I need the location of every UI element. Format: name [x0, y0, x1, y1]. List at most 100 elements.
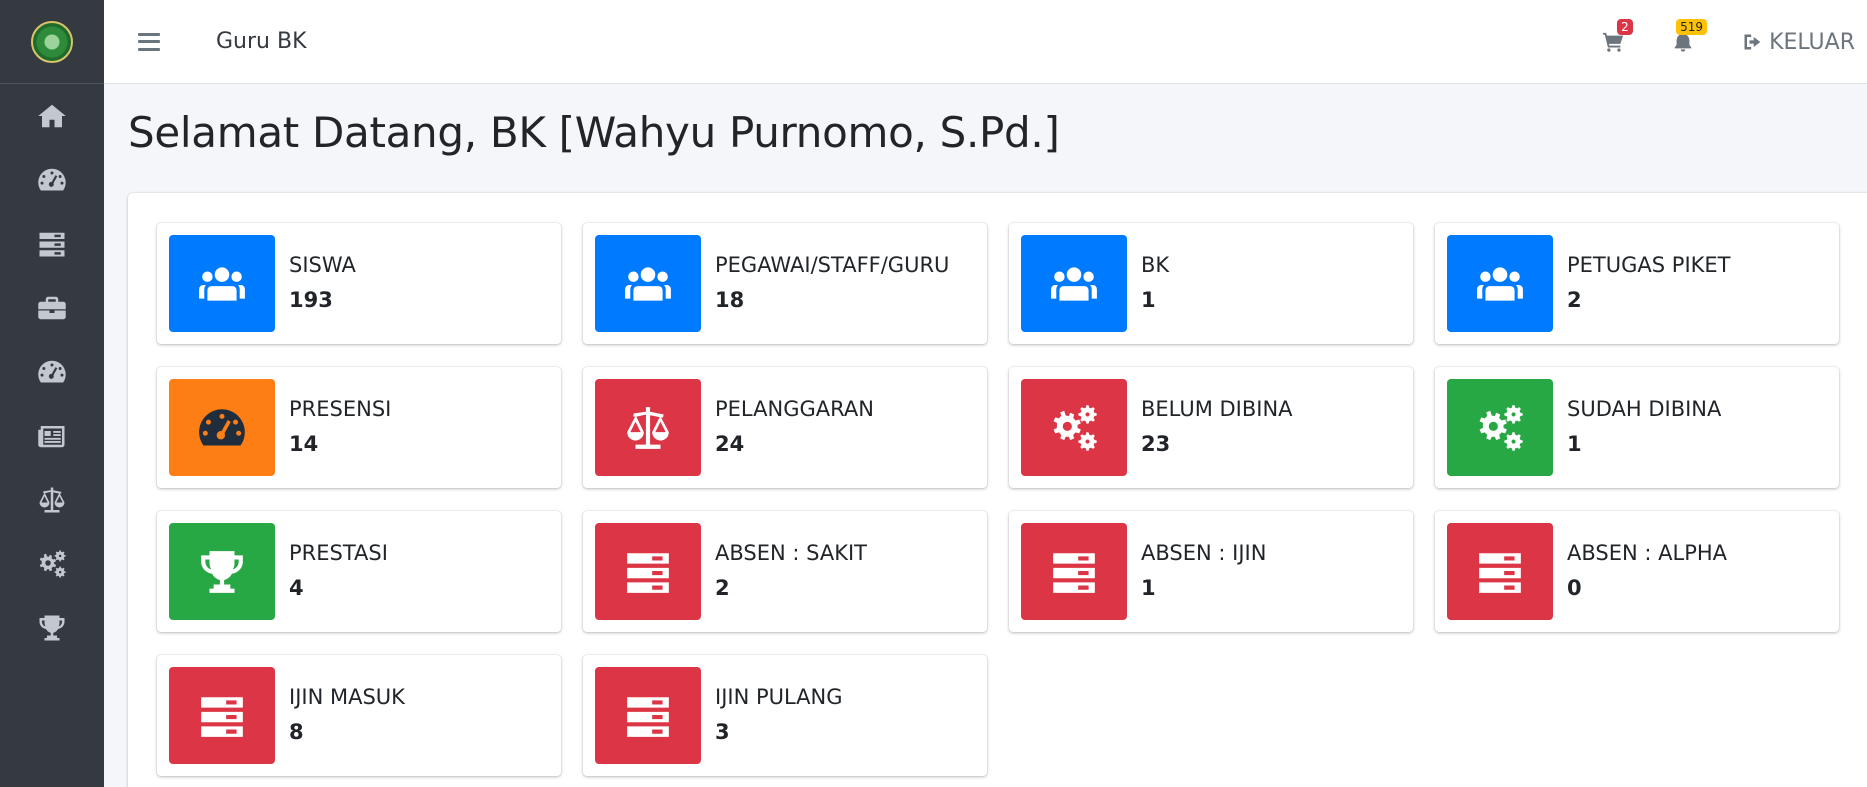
logout-icon	[1741, 32, 1763, 52]
info-box-icon	[169, 379, 275, 476]
info-box-icon	[1447, 523, 1553, 620]
info-box-card[interactable]: BELUM DIBINA 23	[1009, 367, 1413, 488]
sidebar-item-dashboard[interactable]	[0, 148, 104, 212]
logout-button[interactable]: KELUAR	[1741, 30, 1855, 55]
home-icon	[37, 101, 67, 131]
cogs-icon	[1472, 403, 1528, 453]
users-icon	[1472, 259, 1528, 309]
info-box-value: 8	[289, 720, 304, 744]
stats-panel: SISWA 193 PEGAWAI/STAFF/GURU 18 BK 1 PETUGAS P…	[128, 193, 1867, 787]
info-box-label: PRESENSI	[289, 397, 392, 421]
info-box-label: PRESTASI	[289, 541, 388, 565]
info-box-value: 23	[1141, 432, 1171, 456]
info-box-card[interactable]: IJIN MASUK 8	[157, 655, 561, 776]
logout-label: KELUAR	[1769, 29, 1855, 55]
info-box-label: BK	[1141, 253, 1170, 277]
cart-button[interactable]: 2	[1601, 19, 1633, 53]
cogs-icon	[1046, 403, 1102, 453]
info-box-label: IJIN PULANG	[715, 685, 843, 709]
server-icon	[37, 229, 67, 259]
brand[interactable]	[0, 0, 104, 84]
info-box-label: BELUM DIBINA	[1141, 397, 1293, 421]
info-box-value: 4	[289, 576, 304, 600]
info-box-label: IJIN MASUK	[289, 685, 405, 709]
users-icon	[1046, 259, 1102, 309]
top-right-actions: 2 519 KELUAR	[1601, 0, 1855, 84]
briefcase-icon	[37, 293, 67, 323]
info-box-icon	[1447, 235, 1553, 332]
info-box-value: 1	[1141, 288, 1156, 312]
sidebar-item-presensi[interactable]	[0, 340, 104, 404]
trophy-icon	[37, 613, 67, 643]
sidebar	[0, 0, 104, 787]
info-box-icon	[169, 235, 275, 332]
info-box-icon	[595, 523, 701, 620]
server-icon	[620, 691, 676, 741]
info-box-value: 2	[1567, 288, 1582, 312]
newspaper-icon	[37, 421, 67, 451]
sidebar-item-prestasi[interactable]	[0, 596, 104, 660]
info-box-label: PETUGAS PIKET	[1567, 253, 1731, 277]
users-icon	[194, 259, 250, 309]
page-title: Selamat Datang, BK [Wahyu Purnomo, S.Pd.…	[128, 108, 1060, 157]
school-logo[interactable]	[31, 20, 73, 63]
info-box-value: 14	[289, 432, 319, 456]
menu-toggle-icon[interactable]	[138, 32, 160, 51]
info-box-card[interactable]: ABSEN : IJIN 1	[1009, 511, 1413, 632]
sidebar-nav	[0, 84, 104, 660]
info-box-value: 24	[715, 432, 745, 456]
info-box-card[interactable]: IJIN PULANG 3	[583, 655, 987, 776]
sidebar-item-pembinaan[interactable]	[0, 532, 104, 596]
info-box-card[interactable]: PELANGGARAN 24	[583, 367, 987, 488]
info-box-icon	[595, 667, 701, 764]
info-box-card[interactable]: BK 1	[1009, 223, 1413, 344]
notification-badge: 519	[1676, 19, 1707, 35]
info-box-value: 0	[1567, 576, 1582, 600]
info-box-label: SUDAH DIBINA	[1567, 397, 1722, 421]
info-box-card[interactable]: ABSEN : SAKIT 2	[583, 511, 987, 632]
info-box-card[interactable]: SUDAH DIBINA 1	[1435, 367, 1839, 488]
info-box-label: ABSEN : SAKIT	[715, 541, 868, 565]
info-box-value: 18	[715, 288, 745, 312]
info-box-label: ABSEN : IJIN	[1141, 541, 1267, 565]
info-box-label: ABSEN : ALPHA	[1567, 541, 1728, 565]
sidebar-item-data[interactable]	[0, 212, 104, 276]
sidebar-item-briefcase[interactable]	[0, 276, 104, 340]
sidebar-item-news[interactable]	[0, 404, 104, 468]
info-box-icon	[1447, 379, 1553, 476]
sidebar-item-pelanggaran[interactable]	[0, 468, 104, 532]
trophy-icon	[194, 547, 250, 597]
tachometer-icon	[37, 357, 67, 387]
info-box-icon	[169, 523, 275, 620]
balance-scale-icon	[37, 485, 67, 515]
info-box-label: PEGAWAI/STAFF/GURU	[715, 253, 950, 277]
server-icon	[194, 691, 250, 741]
server-icon	[1046, 547, 1102, 597]
info-box-value: 1	[1567, 432, 1582, 456]
top-title: Guru BK	[216, 29, 307, 54]
info-box-icon	[1021, 523, 1127, 620]
info-box-card[interactable]: ABSEN : ALPHA 0	[1435, 511, 1839, 632]
tachometer-icon	[194, 403, 250, 453]
info-box-icon	[1021, 235, 1127, 332]
info-box-card[interactable]: SISWA 193	[157, 223, 561, 344]
cogs-icon	[37, 549, 67, 579]
info-box-value: 193	[289, 288, 333, 312]
topbar: Guru BK 2 519 KELUAR	[104, 0, 1867, 84]
info-box-value: 2	[715, 576, 730, 600]
users-icon	[620, 259, 676, 309]
info-box-icon	[595, 235, 701, 332]
info-box-label: PELANGGARAN	[715, 397, 874, 421]
balance-scale-icon	[620, 403, 676, 453]
notification-button[interactable]: 519	[1671, 19, 1707, 53]
server-icon	[1472, 547, 1528, 597]
info-box-card[interactable]: PRESENSI 14	[157, 367, 561, 488]
info-box-card[interactable]: PEGAWAI/STAFF/GURU 18	[583, 223, 987, 344]
info-box-card[interactable]: PETUGAS PIKET 2	[1435, 223, 1839, 344]
tachometer-icon	[37, 165, 67, 195]
info-box-card[interactable]: PRESTASI 4	[157, 511, 561, 632]
info-box-value: 1	[1141, 576, 1156, 600]
sidebar-item-home[interactable]	[0, 84, 104, 148]
server-icon	[620, 547, 676, 597]
info-box-icon	[595, 379, 701, 476]
